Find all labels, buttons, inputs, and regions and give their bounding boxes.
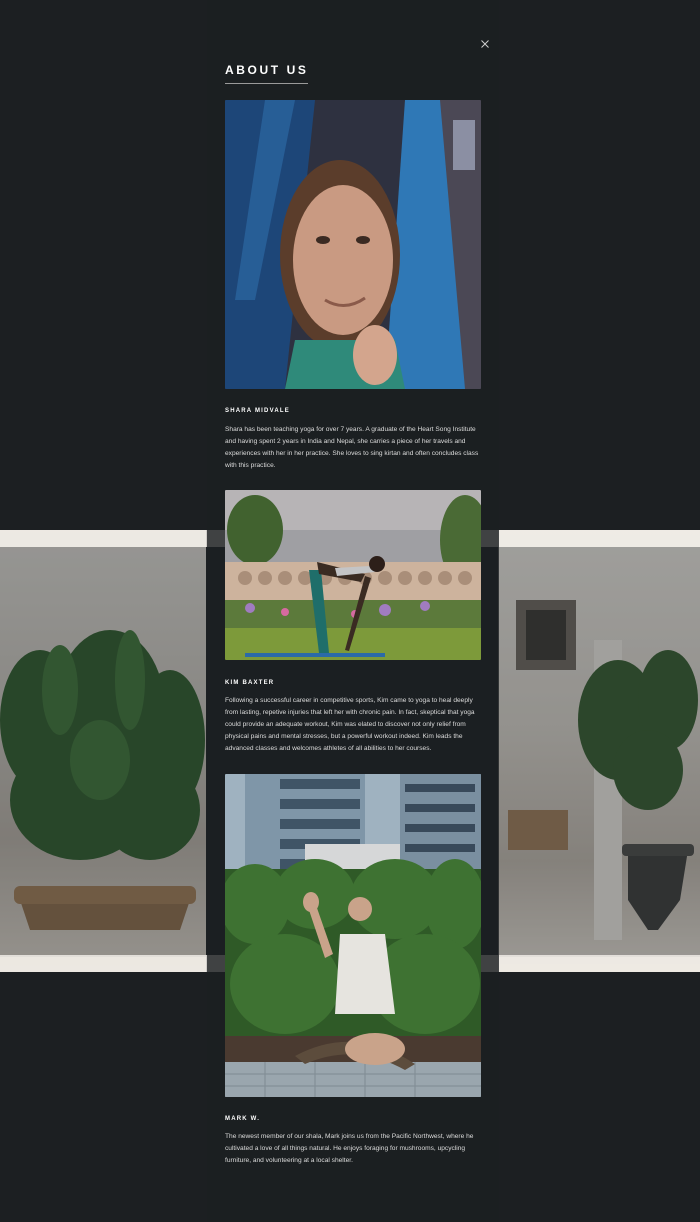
member-name: MARK W. (225, 1116, 261, 1122)
member-name: KIM BAXTER (225, 680, 275, 686)
shara-photo (225, 100, 481, 389)
close-icon[interactable] (478, 37, 492, 51)
page-title: ABOUT US (225, 63, 309, 84)
member-name: SHARA MIDVALE (225, 408, 290, 414)
member-bio: The newest member of our shala, Mark joi… (225, 1133, 474, 1164)
mark-photo (225, 774, 481, 1097)
member-bio: Following a successful career in competi… (225, 697, 475, 752)
member-bio: Shara has been teaching yoga for over 7 … (225, 426, 479, 469)
kim-photo (225, 490, 481, 660)
